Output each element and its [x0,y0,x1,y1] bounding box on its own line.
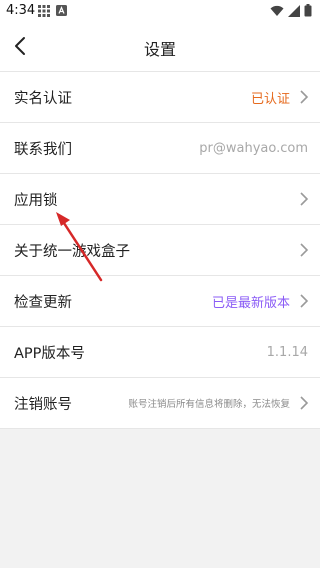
chevron-right-icon [300,243,309,257]
status-bar: 4:34 [0,0,320,22]
status-left-icons [38,5,67,17]
status-time: 4:34 [6,3,36,18]
settings-item-label: 关于统一游戏盒子 [14,243,130,260]
wifi-icon [270,5,284,16]
settings-item-label: 应用锁 [14,192,58,209]
settings-item-check-update[interactable]: 检查更新 已是最新版本 [0,276,320,327]
grid-icon [38,5,50,17]
settings-item-label: 注销账号 [14,396,72,413]
a-badge-icon [56,5,67,16]
settings-item-label: APP版本号 [14,345,85,362]
page-title: 设置 [143,40,176,59]
update-status: 已是最新版本 [211,295,290,311]
version-number: 1.1.14 [266,344,308,360]
settings-item-contact-us[interactable]: 联系我们 pr@wahyao.com [0,123,320,174]
status-right-icons [270,4,312,17]
chevron-right-icon [300,396,309,410]
chevron-right-icon [300,192,309,206]
settings-item-label: 检查更新 [14,294,72,311]
signal-icon [288,4,300,17]
settings-item-label: 联系我们 [14,141,72,158]
settings-item-about[interactable]: 关于统一游戏盒子 [0,225,320,276]
settings-item-label: 实名认证 [14,90,72,107]
chevron-right-icon [300,294,309,308]
verified-status: 已认证 [250,91,290,107]
settings-item-real-name[interactable]: 实名认证 已认证 [0,72,320,123]
navigation-bar: 设置 [0,22,320,72]
settings-item-delete-account[interactable]: 注销账号 账号注销后所有信息将删除，无法恢复 [0,378,320,428]
settings-item-app-lock[interactable]: 应用锁 [0,174,320,225]
chevron-right-icon [300,90,309,104]
settings-list: 实名认证 已认证 联系我们 pr@wahyao.com 应用锁 关于统一游戏盒子… [0,72,320,429]
battery-icon [304,4,312,17]
delete-account-hint: 账号注销后所有信息将删除，无法恢复 [128,399,290,410]
settings-item-app-version: APP版本号 1.1.14 [0,327,320,378]
contact-email: pr@wahyao.com [199,140,308,156]
